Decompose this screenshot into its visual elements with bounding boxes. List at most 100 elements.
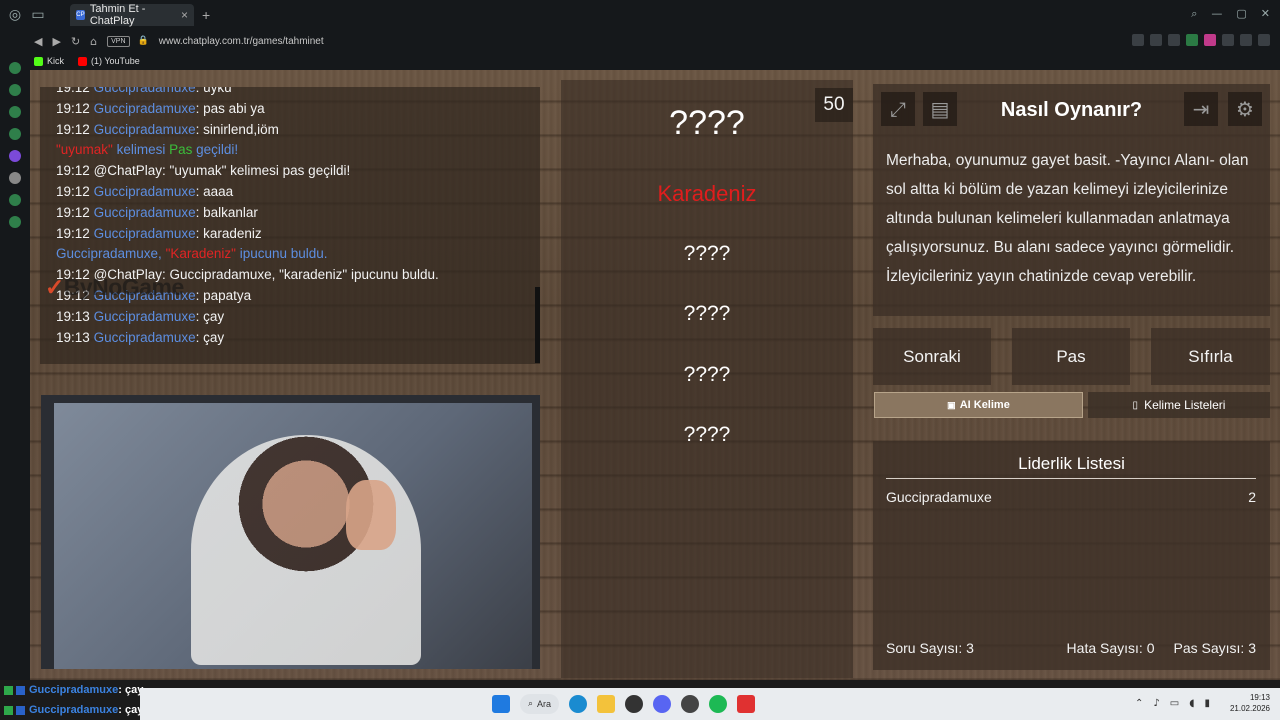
chat-line: 19:12 Guccipradamuxe: karadeniz	[56, 225, 262, 241]
system-tray: ⌃ ♪ ▭ ◖ ▮	[1135, 698, 1210, 709]
game-stats: Soru Sayısı: 3 Hata Sayısı: 0 Pas Sayısı…	[886, 640, 1256, 656]
minimize-icon[interactable]: —	[1211, 7, 1222, 21]
browser-tabbar: ◎ ▭ CP Tahmin Et - ChatPlay × + ⌕ — ▢ ✕	[0, 0, 1280, 30]
tab-title: Tahmin Et - ChatPlay	[89, 3, 146, 27]
leaderboard-panel: Liderlik Listesi Guccipradamuxe 2 Soru S…	[873, 441, 1270, 670]
tab-sidebar-icon[interactable]: ▭	[30, 0, 46, 30]
browser-app-icon[interactable]	[625, 695, 644, 713]
streamer-hand-image	[346, 480, 396, 550]
spotify-icon[interactable]	[709, 695, 728, 713]
word-panel: 50 ???? Karadeniz ???? ???? ???? ????	[561, 80, 853, 678]
chatgpt-icon[interactable]	[681, 695, 700, 713]
back-icon[interactable]: ◀	[34, 35, 42, 48]
player-score: 2	[1248, 489, 1256, 505]
hint-word: ????	[683, 363, 731, 386]
extension-icon[interactable]	[1240, 34, 1252, 46]
howto-panel: ⤢ ▤ Nasıl Oynanır? ⇥ ⚙ Merhaba, oyunumuz…	[873, 84, 1270, 316]
extension-icon[interactable]	[1186, 34, 1198, 46]
sidebar-app-icon[interactable]	[9, 84, 21, 96]
chat-panel[interactable]: 19:12 Guccipradamuxe: uyku 19:12 Guccipr…	[40, 87, 540, 364]
hint-word: ????	[683, 423, 731, 446]
question-count: Soru Sayısı: 3	[886, 640, 974, 656]
window-controls: ⌕ — ▢ ✕	[1191, 7, 1270, 21]
extension-icon[interactable]	[1168, 34, 1180, 46]
microphone-icon[interactable]: ♪	[1153, 698, 1159, 709]
sidebar-app-icon[interactable]	[9, 194, 21, 206]
streaming-app-icon[interactable]	[737, 695, 756, 713]
chat-line: 19:13 Guccipradamuxe: çay	[56, 308, 225, 324]
sidebar-app-icon[interactable]	[9, 62, 21, 74]
secret-word: ????	[669, 104, 745, 142]
sidebar-app-icon[interactable]	[9, 106, 21, 118]
vpn-badge[interactable]: VPN	[107, 35, 130, 47]
new-tab-button[interactable]: +	[202, 7, 210, 23]
volume-icon[interactable]: ◖	[1189, 698, 1194, 709]
search-tabs-icon[interactable]: ⌕	[1191, 7, 1197, 21]
browser-logo-icon[interactable]: ◎	[0, 0, 30, 30]
extension-icon[interactable]	[1150, 34, 1162, 46]
reset-button[interactable]: Sıfırla	[1151, 328, 1270, 385]
clipboard-icon: ▯	[1132, 399, 1139, 411]
close-tab-icon[interactable]: ×	[181, 8, 188, 22]
leaderboard-row: Guccipradamuxe 2	[886, 489, 1256, 505]
discord-icon[interactable]	[653, 695, 672, 713]
reload-icon[interactable]: ↻	[71, 35, 80, 48]
bookmark-youtube[interactable]: (1) YouTube	[78, 56, 140, 67]
next-button[interactable]: Sonraki	[873, 328, 991, 385]
chat-line: 19:12 Guccipradamuxe: uyku	[56, 87, 232, 95]
extension-icon[interactable]	[1222, 34, 1234, 46]
file-explorer-icon[interactable]	[597, 695, 616, 713]
tab-chatplay[interactable]: CP Tahmin Et - ChatPlay ×	[70, 3, 194, 27]
lock-icon: 🔒	[137, 36, 149, 46]
kick-icon	[4, 685, 13, 695]
howto-text: Merhaba, oyunumuz gayet basit. -Yayıncı …	[886, 152, 1249, 285]
howto-right-icons: ⇥ ⚙	[1184, 92, 1262, 126]
exit-icon[interactable]: ⇥	[1184, 92, 1218, 126]
display-icon[interactable]: ▭	[1170, 698, 1179, 709]
x-icon[interactable]	[9, 172, 21, 184]
clock[interactable]: 19:13 21.02.2026	[1230, 692, 1270, 714]
browser-sidebar	[0, 52, 30, 680]
twitch-icon[interactable]	[9, 150, 21, 162]
ai-icon: ▣	[947, 399, 956, 410]
sidebar-app-icon[interactable]	[9, 216, 21, 228]
webcam-feed	[41, 395, 540, 669]
address-bar: ◀ ▶ ↻ ⌂ VPN 🔒 www.chatplay.com.tr/games/…	[0, 30, 1280, 52]
close-window-icon[interactable]: ✕	[1261, 7, 1270, 21]
youtube-icon	[78, 57, 88, 67]
extension-icon[interactable]	[1258, 34, 1270, 46]
settings-gear-icon[interactable]: ⚙	[1228, 92, 1262, 126]
home-icon[interactable]: ⌂	[90, 35, 97, 48]
ai-word-button[interactable]: ▣ AI Kelime	[874, 392, 1083, 418]
sidebar-app-icon[interactable]	[9, 128, 21, 140]
chat-scrollbar[interactable]	[535, 287, 540, 363]
hint-word: Karadeniz	[657, 181, 757, 206]
url-field[interactable]: www.chatplay.com.tr/games/tahminet	[159, 36, 324, 47]
windows-start-icon[interactable]	[492, 695, 510, 713]
word-lists-button[interactable]: ▯ Kelime Listeleri	[1088, 392, 1270, 418]
chevron-up-icon[interactable]: ⌃	[1135, 698, 1143, 709]
platform-icon	[16, 685, 25, 695]
stream-watermark-logo: ✓ByNoGame	[45, 274, 184, 300]
chat-line: 19:12 Guccipradamuxe: aaaa	[56, 183, 234, 199]
extension-icon[interactable]	[1204, 34, 1216, 46]
bookmark-kick[interactable]: Kick	[34, 56, 64, 67]
leaderboard-title: Liderlik Listesi	[1018, 454, 1125, 473]
platform-icon	[16, 705, 25, 715]
taskbar-search[interactable]: ⌕ Ara	[520, 694, 560, 714]
battery-icon[interactable]: ▮	[1204, 698, 1210, 709]
error-count: Hata Sayısı: 0	[1066, 640, 1155, 656]
hint-word: ????	[683, 302, 731, 325]
chat-line: 19:13 Guccipradamuxe: çay	[56, 329, 225, 345]
extension-icon[interactable]	[1132, 34, 1144, 46]
streamer-image	[191, 435, 421, 665]
kick-icon	[34, 57, 43, 67]
maximize-icon[interactable]: ▢	[1236, 7, 1246, 21]
bookmarks-bar: Kick (1) YouTube	[0, 52, 1280, 70]
hint-found-notice: Guccipradamuxe, "Karadeniz" ipucunu buld…	[56, 246, 328, 262]
edge-icon[interactable]	[569, 695, 588, 713]
pass-notice: "uyumak" kelimesi Pas geçildi!	[56, 142, 239, 158]
pass-button[interactable]: Pas	[1012, 328, 1130, 385]
forward-icon[interactable]: ▶	[52, 35, 60, 48]
search-icon: ⌕	[528, 699, 534, 709]
